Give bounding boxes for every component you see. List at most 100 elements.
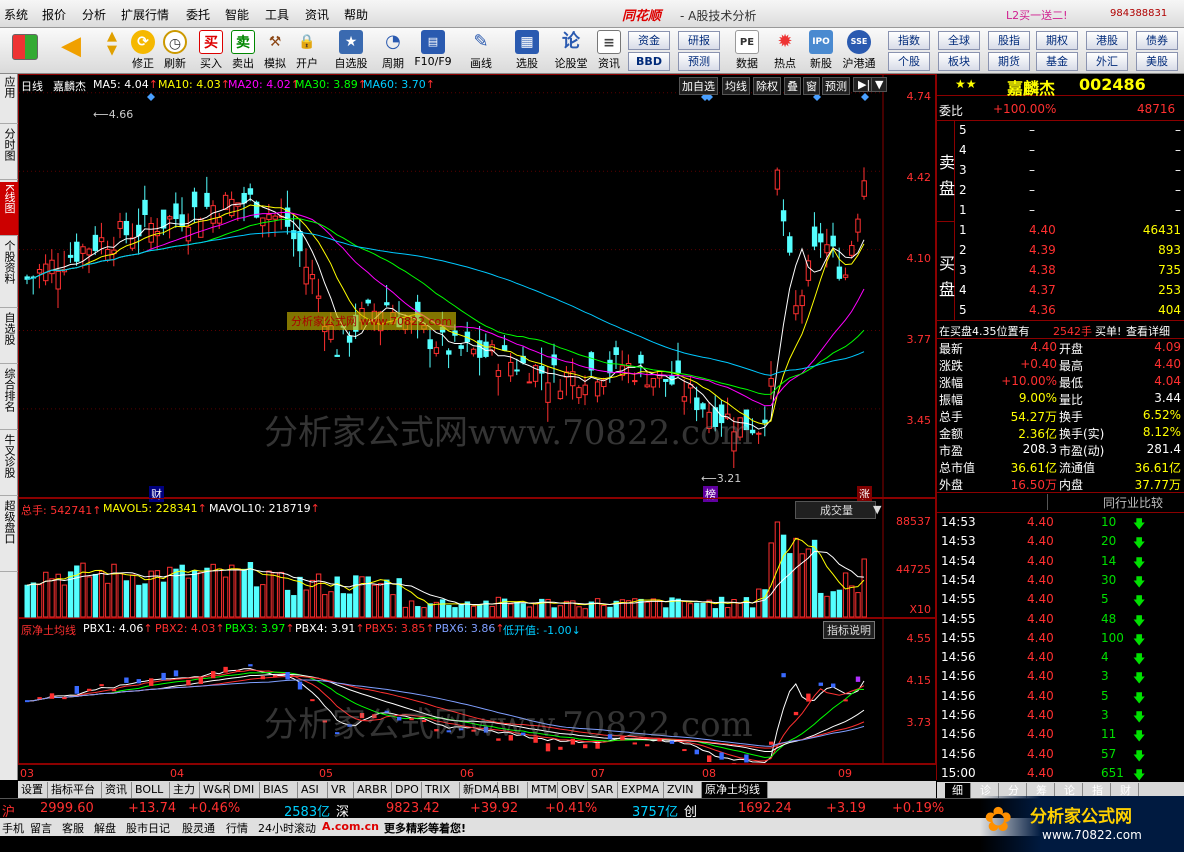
indicator-tab[interactable]: VR	[328, 782, 354, 798]
quote-tab[interactable]: 分	[1001, 783, 1027, 799]
indicator-tab[interactable]: BOLL	[132, 782, 170, 798]
info-link[interactable]: 客服	[62, 820, 84, 836]
f10-button[interactable]: ▤ F10/F9	[414, 30, 452, 72]
order-book-row[interactable]: 2 4.39 893	[937, 241, 1184, 261]
forex-button[interactable]: 外汇	[1086, 52, 1128, 71]
index-button[interactable]: 指数	[888, 31, 930, 50]
indicator-help-button[interactable]: 指标说明	[823, 621, 875, 639]
indicator-tab[interactable]: 原净土均线	[702, 782, 768, 798]
indicator-tab[interactable]: 主力	[170, 782, 200, 798]
order-book-row[interactable]: 5 4.36 404	[937, 301, 1184, 321]
kline-chart[interactable]	[19, 75, 937, 499]
tab-diagnosis[interactable]: 牛叉诊股	[0, 432, 18, 496]
menu-tools[interactable]: 工具	[265, 6, 289, 23]
sectors-button[interactable]: 板块	[938, 52, 980, 71]
quote-tab[interactable]: 指	[1085, 783, 1111, 799]
add-watchlist-button[interactable]: 加自选	[679, 77, 718, 95]
predict-button[interactable]: 预测	[822, 77, 850, 95]
data-button[interactable]: PE 数据	[732, 30, 762, 72]
open-account-button[interactable]: 🔒 开户	[292, 30, 322, 72]
window-button[interactable]: 窗	[803, 77, 820, 95]
watchlist-button[interactable]: ★ 自选股	[335, 30, 368, 72]
indicator-tab[interactable]: BBI	[498, 782, 528, 798]
indicator-chart-panel[interactable]: 原净土均线 PBX1: 4.06↑ PBX2: 4.03↑ PBX3: 3.97…	[18, 618, 936, 765]
index-ticker[interactable]: 沪 2999.60 +13.74 +0.46% 2583亿 深 9823.42 …	[0, 798, 1184, 820]
futures-button[interactable]: 期货	[988, 52, 1030, 71]
menu-system[interactable]: 系统	[4, 6, 28, 23]
order-book-row[interactable]: 3– –	[937, 161, 1184, 181]
fund-flow-button[interactable]: 资金	[628, 31, 670, 50]
global-button[interactable]: 全球	[938, 31, 980, 50]
indicator-tab[interactable]: TRIX	[422, 782, 460, 798]
quote-tab[interactable]: 筹	[1029, 783, 1055, 799]
chevron-down-icon[interactable]: ▼	[871, 77, 888, 92]
order-book-row[interactable]: 1 4.40 46431	[937, 221, 1184, 241]
news-button[interactable]: ≡ 资讯	[594, 30, 624, 72]
tab-kline[interactable]: K线图	[0, 182, 18, 236]
overlay-button[interactable]: 叠	[784, 77, 801, 95]
order-book-row[interactable]: 4 4.37 253	[937, 281, 1184, 301]
forum-button[interactable]: 论 论股堂	[555, 30, 588, 72]
indicator-tab[interactable]: 资讯	[102, 782, 132, 798]
menu-extended[interactable]: 扩展行情	[121, 6, 169, 23]
indicator-tab[interactable]: 新DMA	[460, 782, 500, 798]
ma-toggle-button[interactable]: 均线	[722, 77, 750, 95]
industry-compare-button[interactable]: 同行业比较	[1103, 494, 1163, 511]
windows-layout-button[interactable]	[8, 34, 42, 76]
info-link[interactable]: A.com.cn	[322, 820, 379, 833]
menu-quote[interactable]: 报价	[42, 6, 66, 23]
tab-ranking[interactable]: 综合排名	[0, 366, 18, 430]
hk-stocks-button[interactable]: 港股	[1086, 31, 1128, 50]
indicator-tab[interactable]: ZVIN	[664, 782, 702, 798]
bbd-button[interactable]: BBD	[628, 52, 670, 71]
info-link[interactable]: 行情	[226, 820, 248, 836]
volume-chart-panel[interactable]: 总手: 542741↑ MAVOL5: 228341↑ MAVOL10: 218…	[18, 498, 936, 619]
indicator-tab[interactable]: ARBR	[354, 782, 392, 798]
exright-button[interactable]: 除权	[753, 77, 781, 95]
stocks-button[interactable]: 个股	[888, 52, 930, 71]
indicator-tab[interactable]: MTM	[528, 782, 558, 798]
tab-stock-info[interactable]: 个股资料	[0, 238, 18, 308]
quote-tab[interactable]: 诊	[973, 783, 999, 799]
stock-index-futures-button[interactable]: 股指	[988, 31, 1030, 50]
funds-button[interactable]: 基金	[1036, 52, 1078, 71]
order-book-row[interactable]: 3 4.38 735	[937, 261, 1184, 281]
order-book-row[interactable]: 2– –	[937, 181, 1184, 201]
volume-dropdown[interactable]: 成交量	[795, 501, 876, 519]
info-link[interactable]: 24小时滚动	[258, 820, 316, 836]
order-book-row[interactable]: 5– –	[937, 121, 1184, 141]
draw-line-button[interactable]: ✎ 画线	[466, 30, 496, 72]
indicator-tab[interactable]: BIAS	[260, 782, 298, 798]
indicator-tab[interactable]: ASI	[298, 782, 328, 798]
options-button[interactable]: 期权	[1036, 31, 1078, 50]
indicator-tab[interactable]: SAR	[588, 782, 618, 798]
indicator-tab[interactable]: 指标平台	[48, 782, 102, 798]
promo-link[interactable]: L2买一送二!	[1006, 7, 1068, 23]
us-stocks-button[interactable]: 美股	[1136, 52, 1178, 71]
hotspot-button[interactable]: ✹ 热点	[770, 30, 800, 72]
view-detail-link[interactable]: 查看详细	[1126, 323, 1170, 339]
indicator-tab[interactable]: EXPMA	[618, 782, 664, 798]
info-link[interactable]: 留言	[30, 820, 52, 836]
period-button[interactable]: ◔ 周期	[378, 30, 408, 72]
indicator-tab[interactable]: W&R	[200, 782, 230, 798]
quote-tab[interactable]: 细	[945, 783, 971, 799]
bonds-button[interactable]: 债券	[1136, 31, 1178, 50]
research-button[interactable]: 研报	[678, 31, 720, 50]
forecast-button[interactable]: 预测	[678, 52, 720, 71]
back-button[interactable]: ◀	[56, 33, 86, 76]
indicator-tab[interactable]: DMI	[230, 782, 260, 798]
indicator-tab[interactable]: OBV	[558, 782, 588, 798]
tab-apps[interactable]: 应用	[0, 74, 18, 124]
info-link[interactable]: 手机	[2, 820, 24, 836]
tab-super-level2[interactable]: 超级盘口	[0, 498, 18, 572]
menu-trade[interactable]: 委托	[186, 6, 210, 23]
stock-picker-button[interactable]: ▦ 选股	[512, 30, 542, 72]
ipo-button[interactable]: IPO 新股	[806, 30, 836, 72]
info-link[interactable]: 股灵通	[182, 820, 215, 836]
menu-help[interactable]: 帮助	[344, 6, 368, 23]
refresh-button[interactable]: ◷ 刷新	[160, 30, 190, 72]
order-book-row[interactable]: 1– –	[937, 201, 1184, 221]
quote-tab[interactable]: 财	[1113, 783, 1139, 799]
kline-chart-panel[interactable]: 日线 嘉麟杰 MA5: 4.04↑ MA10: 4.03↑ MA20: 4.02…	[18, 74, 937, 502]
